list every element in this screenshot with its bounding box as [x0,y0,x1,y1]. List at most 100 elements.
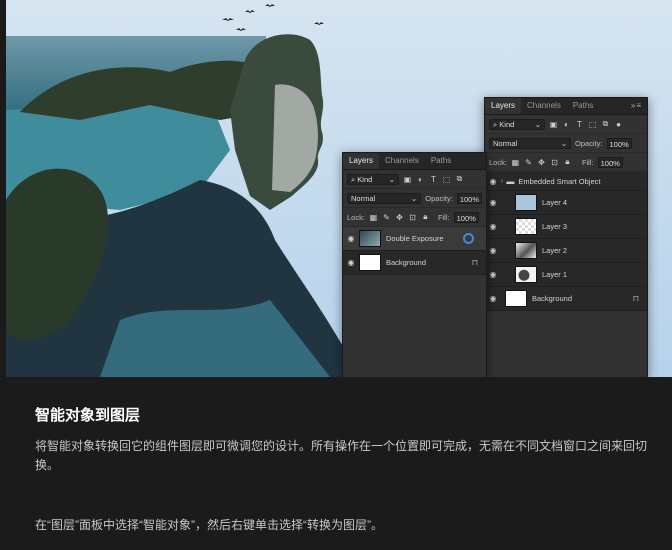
blend-mode-value: Normal [351,193,376,203]
shape-filter-icon[interactable]: ⬚ [442,175,451,184]
pixel-filter-icon[interactable]: ▣ [403,175,412,184]
lock-all-icon[interactable]: 🔒︎ [563,157,572,167]
caption-note: 在“图层”面板中选择“智能对象”，然后右键单击选择“转换为图层”。 [35,518,383,532]
chevron-right-icon[interactable]: › [501,178,503,185]
tab-paths[interactable]: Paths [567,98,599,114]
search-icon: ⌕ [493,119,498,129]
panel-tabs: Layers Channels Paths »≡ [485,98,647,115]
layer-thumbnail [359,254,381,271]
fill-label: Fill: [581,157,594,167]
layer-name: Embedded Smart Object [518,176,601,186]
lock-row: Lock: ▦ ✎ ✥ ⊡ 🔒︎ Fill: 100% [343,208,486,227]
blend-mode-dropdown[interactable]: Normal ⌄ [347,192,422,204]
layer-name: Layer 2 [542,246,568,255]
layer-thumbnail [515,266,537,283]
layer-thumbnail [505,290,527,307]
folder-icon: ▬ [506,176,515,186]
lock-row: Lock: ▦ ✎ ✥ ⊡ 🔒︎ Fill: 100% [485,153,647,172]
eye-icon[interactable]: ◉ [343,234,359,243]
layer-row[interactable]: ◉ Layer 4 [485,191,647,215]
kind-dropdown[interactable]: ⌕ Kind ⌄ [489,118,545,130]
layer-thumbnail [515,218,537,235]
birds [222,4,324,31]
layer-name: Layer 1 [542,270,568,279]
layer-row[interactable]: ◉ Layer 1 [485,263,647,287]
tab-paths[interactable]: Paths [425,153,457,169]
opacity-input[interactable]: 100% [606,137,632,149]
layer-name: Layer 3 [542,222,568,231]
smart-object-thumbnail [359,230,381,247]
layer-row-selected[interactable]: ◉ Double Exposure [343,227,486,251]
chevron-down-icon: ⌄ [560,138,567,148]
opacity-input[interactable]: 100% [456,192,482,204]
layer-name: Background [532,294,573,303]
lock-artboard-icon[interactable]: ⊡ [408,213,417,222]
adjustment-filter-icon[interactable]: ◐ [416,175,425,184]
lock-paint-icon[interactable]: ✎ [382,213,391,222]
eye-icon[interactable]: ◉ [485,270,501,279]
layers-panel-front: Layers Channels Paths ⌕ Kind ⌄ ▣ ◐ T ⬚ ⧉… [342,152,487,378]
smart-object-filter-icon[interactable]: ⧉ [601,119,610,129]
lock-icon: ⊓ [632,294,639,303]
chevron-down-icon: ⌄ [388,174,395,184]
blend-row: Normal ⌄ Opacity: 100% [485,134,647,153]
kind-dropdown[interactable]: ⌕ Kind ⌄ [347,173,399,185]
smart-object-filter-icon[interactable]: ⧉ [455,174,464,184]
lock-move-icon[interactable]: ✥ [395,213,404,222]
type-filter-icon[interactable]: T [575,120,584,129]
eye-icon[interactable]: ◉ [485,246,501,255]
caption-body: 将智能对象转换回它的组件图层即可微调您的设计。所有操作在一个位置即可完成，无需在… [35,439,648,472]
layer-thumbnail [515,194,537,211]
adjustment-filter-icon[interactable]: ◐ [562,120,571,129]
eye-icon[interactable]: ◉ [485,198,501,207]
blend-row: Normal ⌄ Opacity: 100% [343,189,486,208]
search-icon: ⌕ [351,174,356,184]
tab-layers[interactable]: Layers [343,153,380,169]
blend-mode-dropdown[interactable]: Normal ⌄ [489,137,571,149]
lock-icon: ⊓ [471,258,478,267]
layer-name: Background [386,258,427,267]
tab-channels[interactable]: Channels [379,153,425,169]
eye-icon[interactable]: ◉ [485,294,501,303]
lock-artboard-icon[interactable]: ⊡ [550,158,559,167]
pixel-filter-icon[interactable]: ▣ [549,120,558,129]
chevron-down-icon: ⌄ [534,119,541,129]
blend-mode-value: Normal [493,138,518,148]
layers-panel-back: Layers Channels Paths »≡ ⌕ Kind ⌄ ▣ ◐ T … [484,97,648,378]
filter-row: ⌕ Kind ⌄ ▣ ◐ T ⬚ ⧉ ● [485,115,647,134]
panel-menu-icon[interactable]: »≡ [631,98,642,114]
caption-section: 智能对象到图层 将智能对象转换回它的组件图层即可微调您的设计。所有操作在一个位置… [0,377,672,550]
kind-label: Kind [357,174,373,184]
type-filter-icon[interactable]: T [429,175,438,184]
layer-row[interactable]: ◉ Layer 2 [485,239,647,263]
lock-transparent-icon[interactable]: ▦ [511,158,520,167]
lock-move-icon[interactable]: ✥ [537,158,546,167]
eye-icon[interactable]: ◉ [343,258,359,267]
cursor-highlight-icon [463,233,474,244]
shape-filter-icon[interactable]: ⬚ [588,120,597,129]
filter-toggle-icon[interactable]: ● [614,120,623,129]
layer-thumbnail [515,242,537,259]
layer-row-group[interactable]: ◉ › ▬ Embedded Smart Object [485,172,647,191]
tab-layers[interactable]: Layers [485,98,522,114]
fill-input[interactable]: 100% [453,211,479,223]
tab-channels[interactable]: Channels [521,98,567,114]
eye-icon[interactable]: ◉ [485,222,501,231]
lock-paint-icon[interactable]: ✎ [524,158,533,167]
lock-transparent-icon[interactable]: ▦ [369,213,378,222]
fill-label: Fill: [437,212,450,222]
layer-row-background[interactable]: ◉ Background ⊓ [343,251,486,275]
chevron-down-icon: ⌄ [411,193,418,203]
layer-row-background[interactable]: ◉ Background ⊓ [485,287,647,311]
lock-label: Lock: [489,157,507,167]
left-edge-strip [0,0,6,377]
panel-tabs: Layers Channels Paths [343,153,486,170]
lock-all-icon[interactable]: 🔒︎ [421,212,430,222]
fill-input[interactable]: 100% [597,156,623,168]
layer-row[interactable]: ◉ Layer 3 [485,215,647,239]
eye-icon[interactable]: ◉ [485,177,501,186]
filter-row: ⌕ Kind ⌄ ▣ ◐ T ⬚ ⧉ [343,170,486,189]
layer-name: Layer 4 [542,198,568,207]
lock-label: Lock: [347,212,365,222]
opacity-label: Opacity: [575,138,603,148]
